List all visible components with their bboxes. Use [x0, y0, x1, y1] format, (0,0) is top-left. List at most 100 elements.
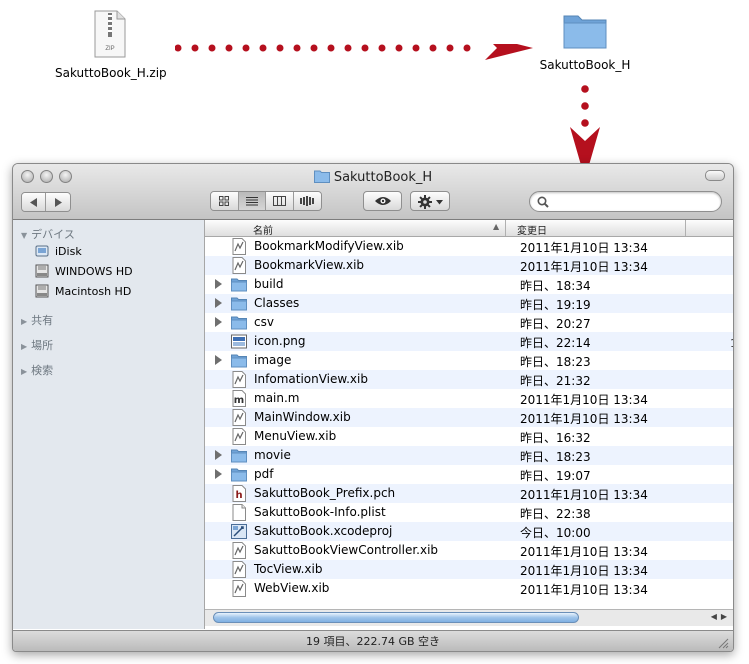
list-view-button[interactable]	[238, 192, 266, 210]
folder-label: SakuttoBook_H	[539, 58, 631, 72]
hard-drive-icon	[35, 284, 49, 298]
gear-icon	[418, 195, 432, 209]
scrollbar-thumb[interactable]	[213, 612, 579, 623]
idisk-icon	[35, 245, 49, 257]
xib-file-icon	[232, 561, 246, 578]
zip-file[interactable]: ZIP SakuttoBook_H.zip	[55, 10, 167, 80]
disclosure-triangle-icon[interactable]	[215, 450, 222, 460]
column-header-name[interactable]: 名前	[253, 222, 273, 237]
disclosure-triangle-icon[interactable]	[215, 279, 222, 289]
folder-icon	[231, 316, 247, 330]
file-row[interactable]: SakuttoBook-Info.plist 昨日、22:38	[205, 503, 733, 522]
file-date: 昨日、20:27	[520, 317, 591, 331]
sidebar-section-search[interactable]: ▶ 検索	[21, 362, 53, 378]
file-name: SakuttoBook.xcodeproj	[254, 524, 393, 538]
finder-window: SakuttoBook_H ▼ デバイス iDisk WINDOWS HD Ma…	[12, 163, 734, 652]
forward-button[interactable]	[46, 193, 70, 211]
file-date: 昨日、19:19	[520, 298, 591, 312]
scroll-arrows-icon[interactable]: ◀▶	[711, 612, 731, 621]
disclosure-triangle-icon[interactable]	[215, 317, 222, 327]
xib-file-icon	[232, 580, 246, 597]
view-mode-control	[210, 191, 322, 211]
quick-look-button[interactable]	[363, 191, 402, 211]
extracted-folder[interactable]: SakuttoBook_H	[535, 10, 635, 72]
file-name: SakuttoBook_Prefix.pch	[254, 486, 396, 500]
file-name: csv	[254, 315, 274, 329]
file-row[interactable]: movie 昨日、18:23	[205, 446, 733, 465]
disclosure-open-icon: ▼	[21, 231, 28, 240]
shared-section-label: 共有	[31, 314, 54, 327]
zip-file-label: SakuttoBook_H.zip	[55, 66, 167, 80]
search-section-label: 検索	[31, 364, 54, 377]
file-date: 今日、10:00	[520, 526, 591, 540]
coverflow-view-button[interactable]	[293, 192, 321, 210]
search-icon	[537, 196, 549, 208]
sidebar-section-shared[interactable]: ▶ 共有	[21, 312, 53, 328]
file-row[interactable]: SakuttoBookViewController.xib 2011年1月10日 …	[205, 541, 733, 560]
toolbar-toggle-button[interactable]	[705, 170, 725, 181]
search-field[interactable]	[529, 191, 722, 212]
sidebar-item-idisk[interactable]: iDisk	[35, 242, 82, 260]
action-menu-button[interactable]	[410, 191, 450, 211]
icon-view-button[interactable]	[211, 192, 239, 210]
file-name: SakuttoBookViewController.xib	[254, 543, 439, 557]
window-title: SakuttoBook_H	[13, 170, 733, 185]
file-row[interactable]: SakuttoBook.xcodeproj 今日、10:00	[205, 522, 733, 541]
column-header-date[interactable]: 変更日	[517, 222, 547, 237]
sidebar-item-windows-hd[interactable]: WINDOWS HD	[35, 262, 133, 280]
column-view-button[interactable]	[266, 192, 294, 210]
sidebar-section-devices[interactable]: ▼ デバイス	[21, 226, 75, 242]
file-date: 2011年1月10日 13:34	[520, 260, 648, 274]
plist-file-icon	[232, 504, 246, 521]
eye-icon	[375, 197, 391, 205]
xcodeproj-icon	[231, 524, 247, 539]
back-button[interactable]	[22, 193, 47, 211]
file-date: 2011年1月10日 13:34	[520, 241, 648, 255]
disclosure-triangle-icon[interactable]	[215, 298, 222, 308]
window-title-text: SakuttoBook_H	[333, 170, 433, 185]
sidebar-item-label: Macintosh HD	[55, 284, 132, 298]
zip-file-icon: ZIP	[94, 10, 126, 58]
file-row[interactable]: icon.png 昨日、22:14	[205, 332, 733, 351]
file-date: 2011年1月10日 13:34	[520, 564, 648, 578]
file-row[interactable]: BookmarkModifyView.xib 2011年1月10日 13:34	[205, 237, 733, 256]
file-date: 昨日、22:14	[520, 336, 591, 350]
file-row[interactable]: WebView.xib 2011年1月10日 13:34	[205, 579, 733, 598]
sidebar-item-label: WINDOWS HD	[55, 264, 133, 278]
zip-badge: ZIP	[105, 46, 114, 52]
file-row[interactable]: build 昨日、18:34	[205, 275, 733, 294]
folder-icon	[231, 468, 247, 482]
back-arrow-icon	[29, 197, 37, 207]
file-date: 2011年1月10日 13:34	[520, 412, 648, 426]
file-row[interactable]: MenuView.xib 昨日、16:32	[205, 427, 733, 446]
file-row[interactable]: h SakuttoBook_Prefix.pch 2011年1月10日 13:34	[205, 484, 733, 503]
sidebar-item-macintosh-hd[interactable]: Macintosh HD	[35, 282, 131, 300]
m-source-file-icon: m	[232, 390, 246, 407]
file-row[interactable]: Classes 昨日、19:19	[205, 294, 733, 313]
file-row[interactable]: TocView.xib 2011年1月10日 13:34	[205, 560, 733, 579]
folder-icon	[231, 354, 247, 368]
disclosure-closed-icon: ▶	[21, 367, 28, 376]
file-row[interactable]: m main.m 2011年1月10日 13:34	[205, 389, 733, 408]
folder-icon	[231, 278, 247, 292]
horizontal-scrollbar[interactable]: ◀▶	[205, 609, 733, 626]
list-header: 名前 ▲ 変更日	[205, 220, 733, 237]
resize-grip-icon[interactable]	[718, 638, 729, 649]
devices-section-label: デバイス	[31, 228, 75, 241]
file-row[interactable]: image 昨日、18:23	[205, 351, 733, 370]
disclosure-triangle-icon[interactable]	[215, 355, 222, 365]
disclosure-triangle-icon[interactable]	[215, 469, 222, 479]
file-row[interactable]: InfomationView.xib 昨日、21:32	[205, 370, 733, 389]
file-row[interactable]: csv 昨日、20:27	[205, 313, 733, 332]
file-name: pdf	[254, 467, 274, 481]
arrow-right-icon	[175, 44, 533, 60]
file-row[interactable]: BookmarkView.xib 2011年1月10日 13:34	[205, 256, 733, 275]
disclosure-closed-icon: ▶	[21, 342, 28, 351]
file-row[interactable]: pdf 昨日、19:07	[205, 465, 733, 484]
sidebar-section-places[interactable]: ▶ 場所	[21, 337, 53, 353]
xib-file-icon	[232, 409, 246, 426]
file-row[interactable]: MainWindow.xib 2011年1月10日 13:34	[205, 408, 733, 427]
file-date: 2011年1月10日 13:34	[520, 488, 648, 502]
xib-file-icon	[232, 428, 246, 445]
list-view-icon	[245, 197, 258, 206]
